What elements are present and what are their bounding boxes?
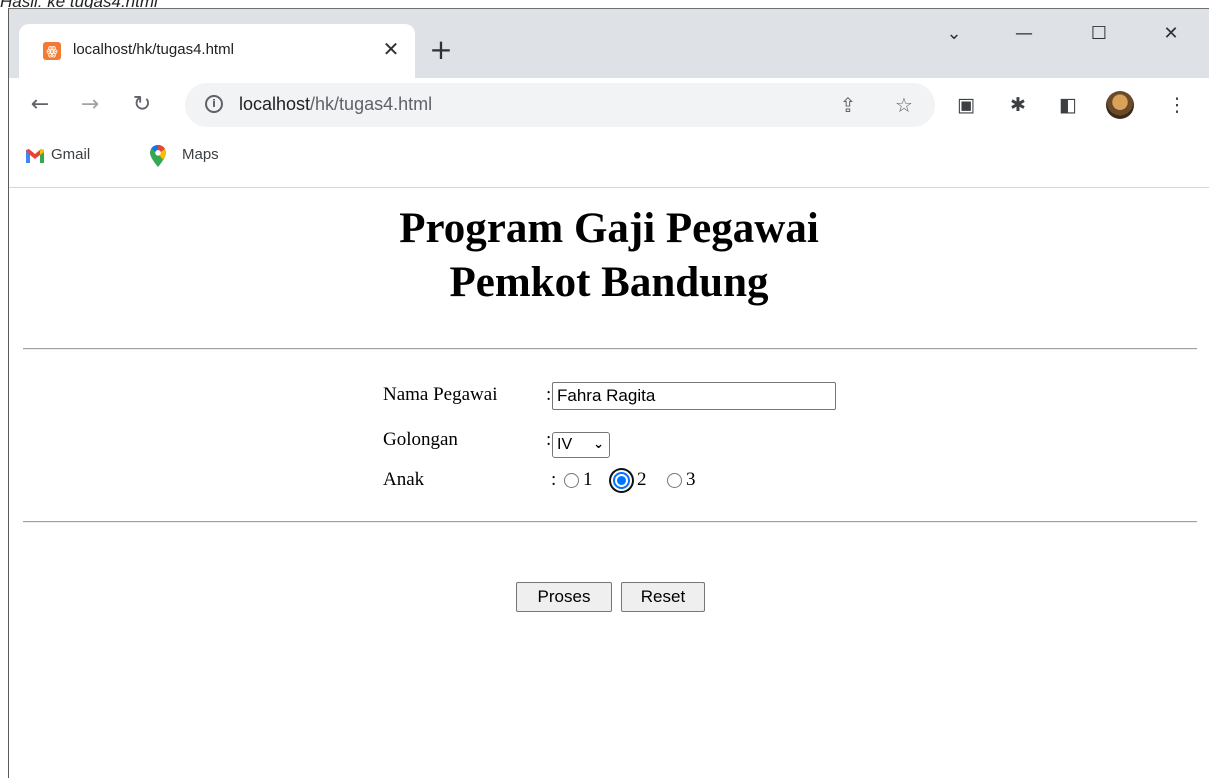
- golongan-colon: :: [546, 429, 552, 450]
- side-panel-icon[interactable]: ◧: [1055, 92, 1081, 118]
- divider-bottom: [23, 521, 1197, 523]
- site-info-icon[interactable]: i: [205, 95, 223, 113]
- bookmark-maps[interactable]: Maps: [182, 146, 219, 163]
- name-input[interactable]: Fahra Ragita: [552, 382, 836, 410]
- anak-label: Anak: [383, 469, 425, 490]
- golongan-selected-value: IV: [557, 436, 573, 453]
- name-colon: :: [546, 384, 552, 405]
- name-label: Nama Pegawai: [383, 384, 498, 405]
- url-text[interactable]: localhost/hk/tugas4.html: [239, 94, 432, 115]
- anak-option-2[interactable]: 2: [613, 469, 653, 493]
- address-bar[interactable]: i localhost/hk/tugas4.html ⇪ ☆: [185, 83, 935, 127]
- anak-radio-2-label: 2: [637, 469, 647, 490]
- extensions-puzzle-icon[interactable]: ✱: [1005, 92, 1031, 118]
- proses-button[interactable]: Proses: [516, 582, 612, 612]
- xampp-favicon-icon: ꙮ: [43, 42, 61, 60]
- tab-title: localhost/hk/tugas4.html: [73, 41, 234, 58]
- back-arrow-icon[interactable]: ←: [25, 90, 55, 120]
- reload-icon[interactable]: ↻: [127, 90, 157, 120]
- forward-arrow-icon[interactable]: →: [75, 90, 105, 120]
- anak-option-3[interactable]: 3: [667, 469, 707, 493]
- minimize-icon[interactable]: —: [1004, 19, 1044, 49]
- bookmark-star-icon[interactable]: ☆: [891, 92, 917, 118]
- maximize-icon[interactable]: ☐: [1079, 19, 1119, 49]
- cast-icon[interactable]: ▣: [953, 92, 979, 118]
- gmail-icon: [26, 149, 44, 163]
- anak-radio-2[interactable]: [613, 472, 630, 489]
- browser-toolbar: ← → ↻ i localhost/hk/tugas4.html ⇪ ☆ ▣ ✱…: [9, 78, 1209, 132]
- maps-pin-icon: [150, 145, 166, 167]
- golongan-label: Golongan: [383, 429, 458, 450]
- page-title-line1: Program Gaji Pegawai: [399, 205, 819, 252]
- new-tab-icon[interactable]: +: [427, 36, 455, 65]
- tab-search-chevron-icon[interactable]: ⌄: [934, 19, 974, 49]
- divider-top: [23, 348, 1197, 350]
- url-path: /hk/tugas4.html: [310, 94, 433, 114]
- chevron-down-icon: ⌄: [593, 437, 604, 452]
- share-icon[interactable]: ⇪: [835, 92, 861, 118]
- active-tab[interactable]: ꙮ localhost/hk/tugas4.html ✕: [19, 24, 415, 78]
- anak-radio-1-label: 1: [583, 469, 593, 490]
- menu-kebab-icon[interactable]: ⋮: [1164, 92, 1190, 118]
- page-title-line2: Pemkot Bandung: [449, 259, 769, 306]
- url-host: localhost: [239, 94, 311, 114]
- top-caption: Hasil: ke tugas4.html: [0, 0, 158, 8]
- reset-button[interactable]: Reset: [621, 582, 705, 612]
- page-content: Program Gaji Pegawai Pemkot Bandung Nama…: [9, 188, 1209, 779]
- bookmark-gmail[interactable]: Gmail: [51, 146, 90, 163]
- anak-option-1[interactable]: 1: [564, 469, 604, 493]
- anak-radio-3[interactable]: [667, 473, 682, 488]
- close-window-icon[interactable]: ✕: [1151, 19, 1191, 49]
- tab-close-icon[interactable]: ✕: [379, 37, 403, 61]
- anak-radio-3-label: 3: [686, 469, 696, 490]
- profile-avatar[interactable]: [1106, 91, 1134, 119]
- browser-window: ꙮ localhost/hk/tugas4.html ✕ + ⌄ — ☐ ✕ ←…: [8, 8, 1209, 779]
- tab-strip: ꙮ localhost/hk/tugas4.html ✕ + ⌄ — ☐ ✕: [9, 9, 1209, 78]
- page-title: Program Gaji Pegawai Pemkot Bandung: [9, 202, 1209, 310]
- bookmarks-bar: Gmail Maps: [9, 132, 1209, 188]
- anak-radio-1[interactable]: [564, 473, 579, 488]
- golongan-select[interactable]: IV ⌄: [552, 432, 610, 458]
- anak-colon: :: [551, 469, 557, 490]
